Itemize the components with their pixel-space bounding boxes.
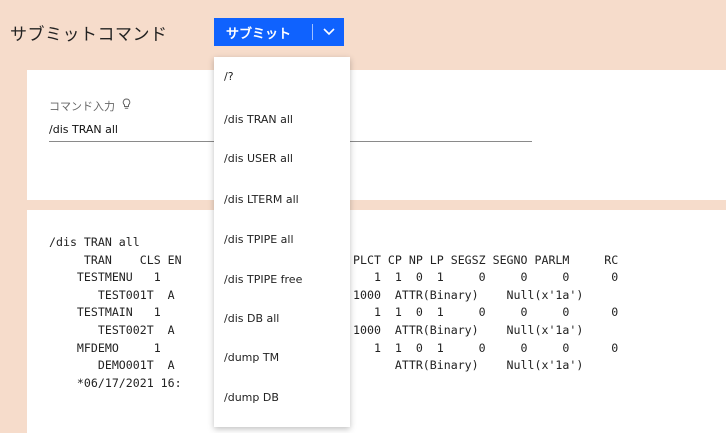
menu-item-dis-user-all[interactable]: /dis USER all: [214, 139, 350, 178]
top-bar: サブミットコマンド サブミット: [0, 0, 726, 64]
submit-split-button[interactable]: サブミット: [214, 18, 344, 46]
output-card: /dis TRAN all TRAN CLS EN TESTMENU 1 TES…: [27, 210, 726, 433]
command-input-card: コマンド入力 /dis TRAN all: [27, 70, 726, 200]
menu-item-help[interactable]: /?: [214, 57, 350, 96]
menu-item-dump-db[interactable]: /dump DB: [214, 378, 350, 417]
menu-item-dis-tpipe-free[interactable]: /dis TPIPE free: [214, 260, 350, 299]
menu-item-dis-lterm-all[interactable]: /dis LTERM all: [214, 180, 350, 219]
submit-dropdown-menu: /? /dis TRAN all /dis USER all /dis LTER…: [214, 57, 350, 427]
command-output-right: PLCT CP NP LP SEGSZ SEGNO PARLM RC 1 1 0…: [353, 252, 619, 373]
lightbulb-icon: [118, 98, 131, 113]
submit-button[interactable]: サブミット: [214, 23, 312, 42]
menu-item-dis-db-all[interactable]: /dis DB all: [214, 299, 350, 338]
menu-item-dis-tran-all[interactable]: /dis TRAN all: [214, 100, 350, 139]
chevron-down-icon[interactable]: [313, 28, 344, 36]
page-title: サブミットコマンド: [10, 25, 168, 45]
menu-item-dump-tm[interactable]: /dump TM: [214, 338, 350, 377]
command-input-label: コマンド入力: [49, 98, 131, 114]
menu-item-dis-tpipe-all[interactable]: /dis TPIPE all: [214, 220, 350, 259]
command-input[interactable]: /dis TRAN all: [49, 123, 118, 136]
command-output-left: /dis TRAN all TRAN CLS EN TESTMENU 1 TES…: [49, 235, 182, 390]
